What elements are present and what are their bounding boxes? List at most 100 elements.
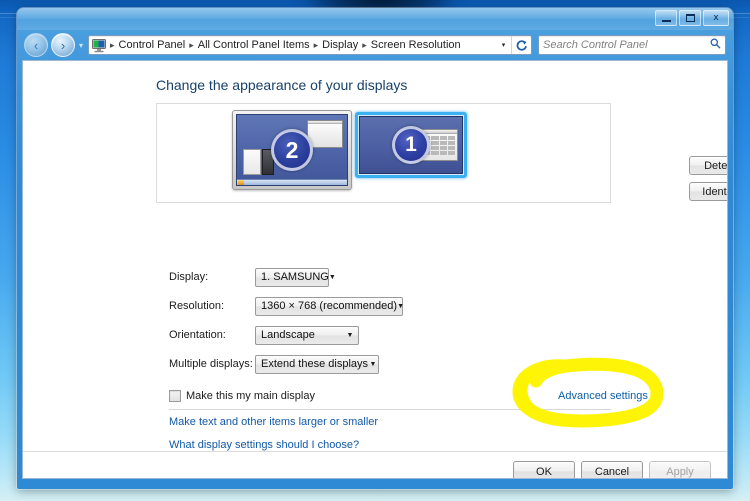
chevron-down-icon: ▼ <box>369 360 377 368</box>
breadcrumb-item-all-control-panel-items[interactable]: All Control Panel Items <box>196 38 312 52</box>
calc-key <box>431 141 439 145</box>
refresh-button[interactable] <box>511 36 530 54</box>
chevron-down-icon: ▾ <box>79 40 84 50</box>
address-dropdown-button[interactable]: ▾ <box>496 36 511 54</box>
monitor-1-screen: 1 <box>359 116 463 174</box>
make-main-display-checkbox[interactable] <box>169 390 181 402</box>
refresh-icon <box>516 39 527 51</box>
minimize-icon <box>661 20 671 22</box>
close-button[interactable]: x <box>703 10 729 26</box>
ok-button[interactable]: OK <box>513 461 575 478</box>
multiple-displays-label: Multiple displays: <box>169 358 253 370</box>
orientation-label: Orientation: <box>169 329 226 341</box>
help-links: Make text and other items larger or smal… <box>169 416 378 462</box>
preview-side-buttons: Detect Identify <box>689 156 727 201</box>
search-icon <box>710 38 721 52</box>
breadcrumb-sep-3[interactable]: ▸ <box>361 40 368 51</box>
advanced-settings-link[interactable]: Advanced settings <box>558 390 648 402</box>
breadcrumb: ▸ Control Panel ▸ All Control Panel Item… <box>109 38 496 52</box>
monitor-2-bezel: 2 <box>232 110 352 190</box>
minimize-button[interactable] <box>655 10 677 26</box>
calc-key <box>439 146 447 150</box>
calc-key <box>439 141 447 145</box>
resolution-label: Resolution: <box>169 300 225 312</box>
display-settings-form: Display: 1. SAMSUNG ▼ Resolution: 1360 ×… <box>169 267 404 384</box>
search-input[interactable]: Search Control Panel <box>543 39 710 51</box>
breadcrumb-item-screen-resolution[interactable]: Screen Resolution <box>369 38 463 52</box>
chevron-down-icon: ▾ <box>501 42 506 49</box>
highlight-stroke-overlap <box>515 371 536 415</box>
monitor-2-sidebar-widget <box>243 149 275 175</box>
main-display-checkbox-row[interactable]: Make this my main display <box>169 390 315 402</box>
calc-key <box>431 151 439 155</box>
identify-button[interactable]: Identify <box>689 182 727 201</box>
orientation-select-value: Landscape <box>261 329 315 341</box>
breadcrumb-item-control-panel[interactable]: Control Panel <box>117 38 188 52</box>
form-row-orientation: Orientation: Landscape ▼ <box>169 325 403 345</box>
display-select[interactable]: 1. SAMSUNG ▼ <box>255 267 336 287</box>
recent-pages-button[interactable]: ▾ <box>78 41 85 50</box>
sidebar-widget-panel <box>243 149 261 175</box>
calc-key <box>431 136 439 140</box>
calc-key <box>439 151 447 155</box>
monitor-2-screen: 2 <box>236 114 348 186</box>
multiple-displays-select-value: Extend these displays <box>261 358 369 370</box>
breadcrumb-sep-2[interactable]: ▸ <box>313 40 320 51</box>
back-arrow-icon: ‹ <box>33 37 39 53</box>
form-row-multiple-displays: Multiple displays: Extend these displays… <box>169 354 403 374</box>
window-controls: x <box>655 10 729 26</box>
dialog-buttons: OK Cancel Apply <box>513 461 711 478</box>
apply-button: Apply <box>649 461 711 478</box>
form-row-resolution: Resolution: 1360 × 768 (recommended) ▼ <box>169 296 404 316</box>
link-make-text-larger[interactable]: Make text and other items larger or smal… <box>169 416 378 428</box>
forward-button[interactable]: › <box>51 33 75 57</box>
back-button[interactable]: ‹ <box>24 33 48 57</box>
multiple-displays-select[interactable]: Extend these displays ▼ <box>255 354 379 374</box>
maximize-button[interactable] <box>679 10 701 26</box>
dialog-button-divider <box>23 451 727 452</box>
form-divider <box>169 409 611 410</box>
calc-key <box>447 146 455 150</box>
monitor-2-window-thumb <box>307 120 343 148</box>
start-orb-icon <box>238 180 244 185</box>
make-main-display-label: Make this my main display <box>186 390 315 402</box>
page-title: Change the appearance of your displays <box>156 77 408 93</box>
resolution-select-value: 1360 × 768 (recommended) <box>261 300 398 312</box>
display-applet-icon-svg <box>92 38 107 52</box>
maximize-icon <box>685 14 695 22</box>
calc-key <box>431 146 439 150</box>
display-select-value: 1. SAMSUNG <box>261 271 329 283</box>
window-client-area: Change the appearance of your displays 2… <box>22 60 728 479</box>
address-bar[interactable]: ▸ Control Panel ▸ All Control Panel Item… <box>88 35 532 55</box>
monitor-number-badge-1: 1 <box>392 126 430 164</box>
calc-key <box>447 136 455 140</box>
chevron-down-icon: ▼ <box>346 331 354 339</box>
monitor-preview-1[interactable]: 1 <box>355 112 467 178</box>
navigation-bar: ‹ › ▾ ▸ Control Panel ▸ All Control Pane… <box>22 30 728 60</box>
breadcrumb-sep-1[interactable]: ▸ <box>188 40 195 51</box>
window-thumb-titlebar <box>308 121 342 124</box>
orientation-select[interactable]: Landscape ▼ <box>255 325 359 345</box>
link-what-display-settings[interactable]: What display settings should I choose? <box>169 439 378 451</box>
display-applet-icon <box>91 38 107 53</box>
cancel-button[interactable]: Cancel <box>581 461 643 478</box>
close-icon: x <box>713 12 719 23</box>
calc-key <box>447 141 455 145</box>
breadcrumb-item-display[interactable]: Display <box>320 38 360 52</box>
monitor-1-selection-glow: 1 <box>355 112 467 178</box>
display-label: Display: <box>169 271 209 283</box>
forward-arrow-icon: › <box>60 37 66 53</box>
resolution-select[interactable]: 1360 × 768 (recommended) ▼ <box>255 296 404 316</box>
search-icon-svg <box>710 38 721 49</box>
search-box[interactable]: Search Control Panel <box>538 35 726 55</box>
monitor-2-taskbar <box>237 179 347 185</box>
title-bar[interactable]: x <box>17 8 733 30</box>
chevron-down-icon: ▼ <box>397 302 404 310</box>
display-preview-panel[interactable]: 2 1 Dete Ident <box>156 103 727 203</box>
calc-key <box>439 136 447 140</box>
detect-button[interactable]: Detect <box>689 156 727 175</box>
screen-resolution-window: x ‹ › ▾ ▸ Control Panel ▸ All Control Pa… <box>17 8 733 489</box>
form-row-display: Display: 1. SAMSUNG ▼ <box>169 267 403 287</box>
monitor-preview-2[interactable]: 2 <box>232 110 352 190</box>
breadcrumb-sep-0: ▸ <box>110 39 115 50</box>
